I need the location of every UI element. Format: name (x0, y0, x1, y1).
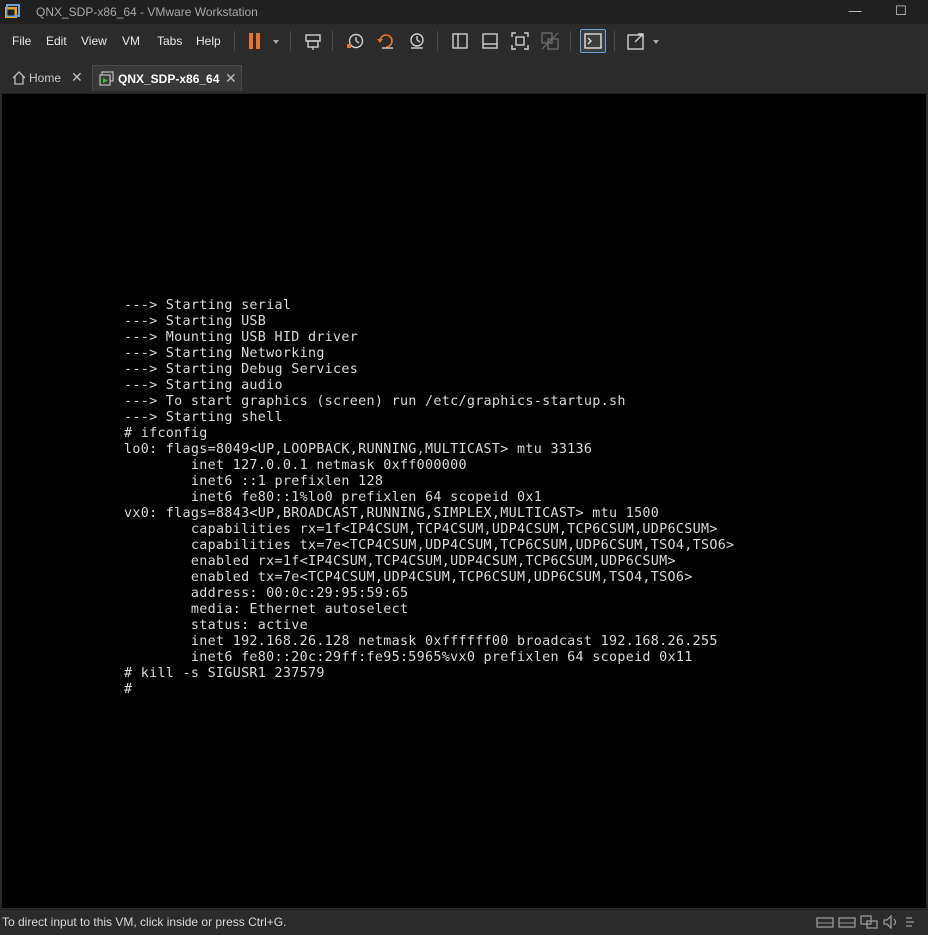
stretch-button[interactable] (623, 29, 649, 53)
unity-button[interactable] (537, 29, 563, 53)
close-icon[interactable]: ✕ (71, 69, 83, 86)
minimize-button[interactable]: — (832, 0, 878, 24)
console-line: enabled tx=7e<TCP4CSUM,UDP4CSUM,TCP6CSUM… (124, 570, 693, 585)
maximize-button[interactable]: ☐ (878, 0, 924, 24)
pause-icon (249, 33, 260, 49)
title-bar: QNX_SDP-x86_64 - VMware Workstation — ☐ (0, 0, 928, 24)
console-line: ---> Starting shell (124, 410, 283, 425)
menu-bar: File Edit View VM Tabs Help (0, 24, 928, 58)
vm-icon (99, 71, 114, 86)
library-icon (452, 33, 468, 49)
console-line: lo0: flags=8049<UP,LOOPBACK,RUNNING,MULT… (124, 442, 593, 457)
tab-home[interactable]: Home ✕ (4, 65, 88, 91)
hard-disk-icon[interactable] (816, 915, 834, 929)
console-line: ---> Starting serial (124, 298, 292, 313)
console-line: ---> Starting audio (124, 378, 283, 393)
console-line: # (124, 682, 133, 697)
snapshot-button[interactable] (343, 29, 369, 53)
snapshot-icon (347, 33, 364, 49)
console-line: address: 00:0c:29:95:59:65 (124, 586, 409, 601)
dropdown-icon[interactable] (653, 40, 659, 44)
pause-button[interactable] (242, 29, 268, 53)
send-ctrl-alt-del-icon (305, 34, 321, 50)
menu-edit[interactable]: Edit (46, 34, 67, 48)
console-line: capabilities rx=1f<IP4CSUM,TCP4CSUM,UDP4… (124, 522, 718, 537)
console-line: ---> Starting Networking (124, 346, 325, 361)
home-icon (12, 71, 26, 85)
console-line: # ifconfig (124, 426, 208, 441)
console-line: capabilities tx=7e<TCP4CSUM,UDP4CSUM,TCP… (124, 538, 735, 553)
tab-qnx-vm[interactable]: QNX_SDP-x86_64 ✕ (92, 65, 242, 91)
library-button[interactable] (447, 29, 473, 53)
console-line: ---> Starting USB (124, 314, 267, 329)
vm-console-screen[interactable]: ---> Starting serial ---> Starting USB ---… (2, 94, 926, 908)
console-line: status: active (124, 618, 308, 633)
menu-help[interactable]: Help (196, 34, 221, 48)
toolbar-separator (614, 31, 615, 51)
status-message: To direct input to this VM, click inside… (2, 915, 287, 929)
send-ctrl-alt-del-button[interactable] (300, 29, 326, 53)
console-line: # kill -s SIGUSR1 237579 (124, 666, 325, 681)
thumbnail-button[interactable] (477, 29, 503, 53)
console-line: inet6 fe80::1%lo0 prefixlen 64 scopeid 0… (124, 490, 543, 505)
toolbar-separator (234, 31, 235, 51)
unity-icon (541, 32, 559, 50)
display-icon[interactable] (904, 915, 922, 929)
full-screen-button[interactable] (507, 29, 533, 53)
snapshot-manager-icon (410, 33, 424, 49)
console-line: ---> Starting Debug Services (124, 362, 359, 377)
toolbar-separator (437, 31, 438, 51)
console-line: ---> Mounting USB HID driver (124, 330, 359, 345)
window-title: QNX_SDP-x86_64 - VMware Workstation (36, 5, 258, 19)
console-line: vx0: flags=8843<UP,BROADCAST,RUNNING,SIM… (124, 506, 660, 521)
snapshot-manager-button[interactable] (404, 29, 430, 53)
hard-disk-icon[interactable] (838, 915, 856, 929)
toolbar-separator (332, 31, 333, 51)
console-view-icon (584, 33, 602, 49)
network-adapter-icon[interactable] (860, 915, 878, 929)
menu-file[interactable]: File (12, 34, 31, 48)
status-bar: To direct input to this VM, click inside… (0, 909, 928, 935)
console-line: ---> To start graphics (screen) run /etc… (124, 394, 626, 409)
revert-snapshot-button[interactable] (373, 29, 399, 53)
full-screen-icon (511, 32, 529, 50)
tab-home-label: Home (29, 71, 62, 85)
menu-view[interactable]: View (81, 34, 107, 48)
stretch-icon (627, 33, 644, 50)
revert-snapshot-icon (377, 34, 393, 49)
console-line: inet 192.168.26.128 netmask 0xffffff00 b… (124, 634, 718, 649)
tab-vm-label: QNX_SDP-x86_64 (118, 72, 220, 86)
console-view-button[interactable] (580, 29, 606, 53)
menu-vm[interactable]: VM (122, 34, 140, 48)
menu-tabs[interactable]: Tabs (157, 34, 182, 48)
thumbnail-icon (482, 33, 498, 49)
sound-card-icon[interactable] (882, 915, 900, 929)
tab-bar: Home ✕ QNX_SDP-x86_64 ✕ (0, 58, 928, 94)
close-icon[interactable]: ✕ (225, 70, 237, 87)
toolbar-separator (290, 31, 291, 51)
console-line: inet6 fe80::20c:29ff:fe95:5965%vx0 prefi… (124, 650, 693, 665)
console-line: inet 127.0.0.1 netmask 0xff000000 (124, 458, 467, 473)
toolbar-separator (570, 31, 571, 51)
console-line: media: Ethernet autoselect (124, 602, 409, 617)
vmware-logo-icon (5, 4, 20, 18)
console-line: inet6 ::1 prefixlen 128 (124, 474, 384, 489)
dropdown-icon[interactable] (273, 40, 279, 44)
console-line: enabled rx=1f<IP4CSUM,TCP4CSUM,UDP4CSUM,… (124, 554, 676, 569)
console-output: ---> Starting serial ---> Starting USB ---… (124, 298, 734, 698)
